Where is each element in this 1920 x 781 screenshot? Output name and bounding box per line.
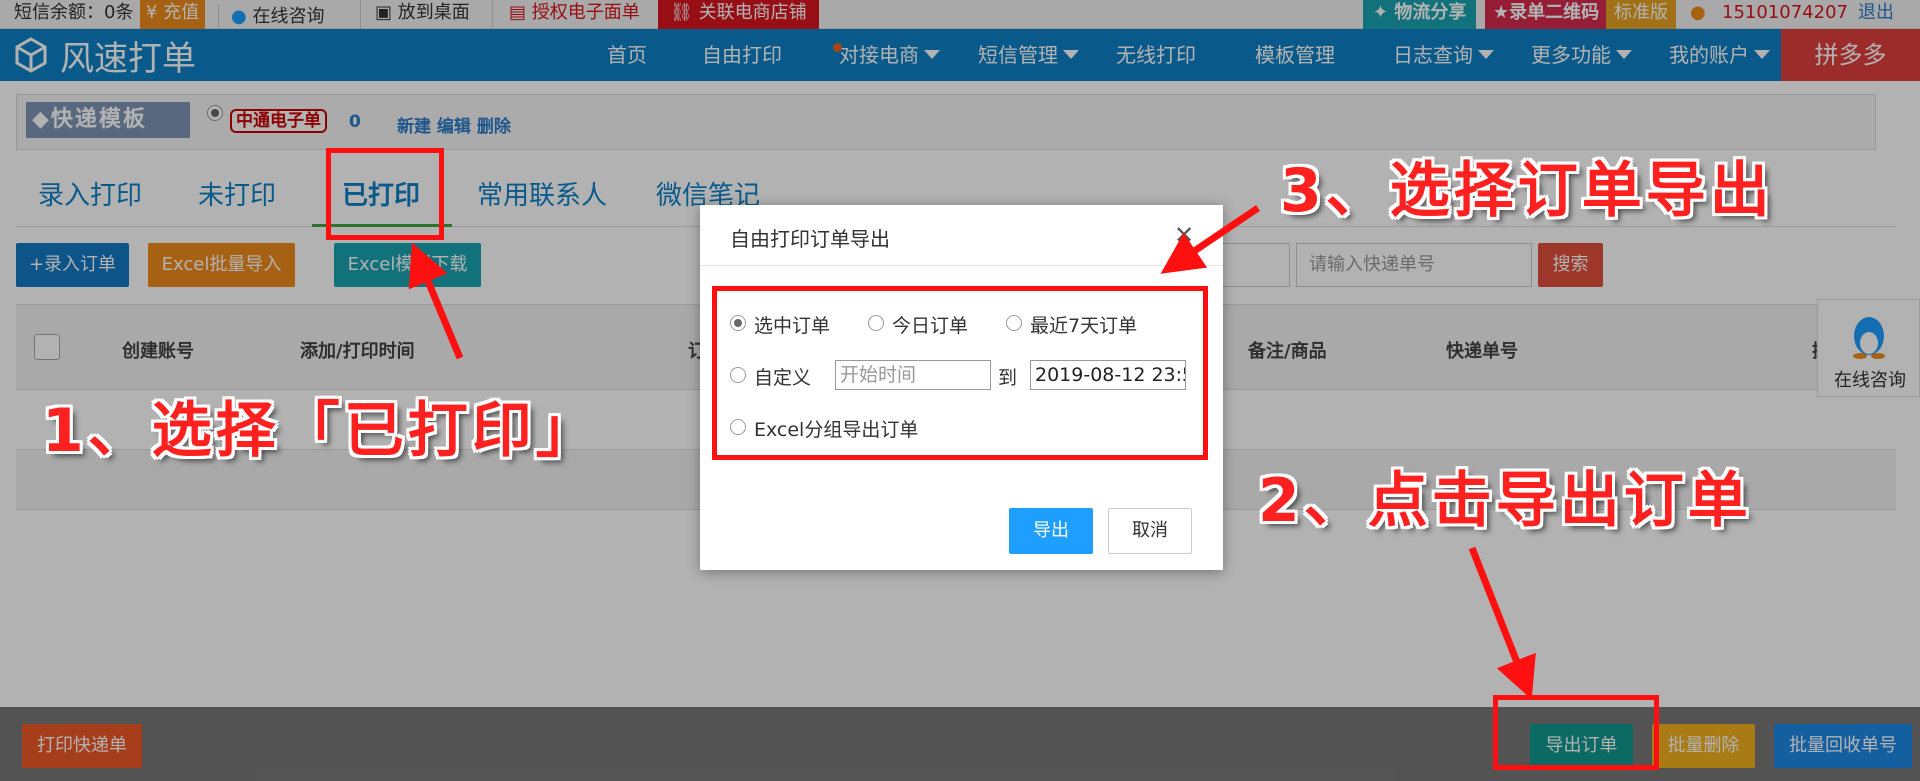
arrow-step1	[408, 242, 464, 360]
arrow-step3	[1160, 205, 1260, 274]
arrow-step2	[1468, 546, 1536, 700]
annotation-step3: 3、选择订单导出	[1280, 156, 1774, 226]
annotation-step2: 2、点击导出订单	[1258, 466, 1752, 536]
annotation-step1: 1、选择「已打印」	[42, 396, 600, 466]
